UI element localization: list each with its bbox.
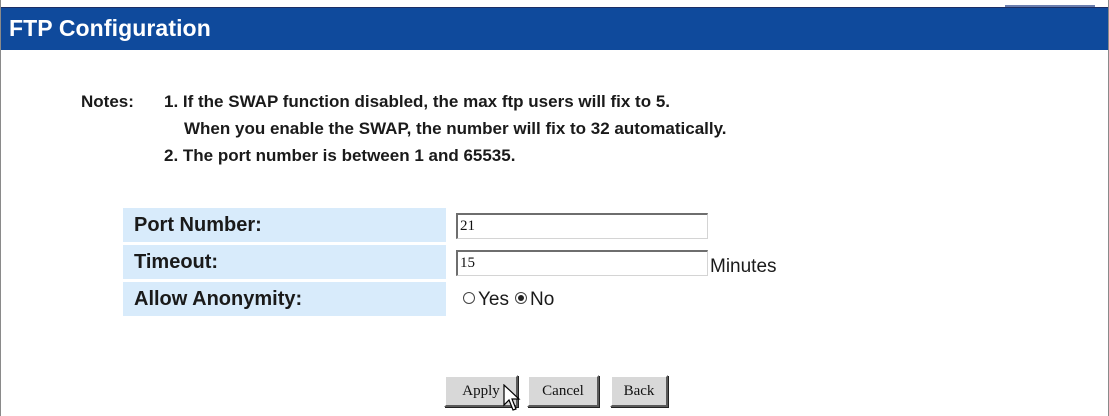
anonymity-yes-label[interactable]: Yes [478,289,509,310]
port-number-label: Port Number: [123,208,446,242]
page-title: FTP Configuration [9,15,211,41]
notes-label: Notes: [81,92,134,111]
back-button[interactable]: Back [610,375,668,407]
timeout-label: Timeout: [123,245,446,279]
allow-anonymity-label: Allow Anonymity: [123,282,446,316]
anonymity-yes-radio[interactable] [463,291,475,304]
anonymity-no-radio[interactable] [515,291,527,304]
port-number-cell [449,208,809,242]
anonymity-no-label[interactable]: No [530,289,554,310]
cancel-button[interactable]: Cancel [527,375,599,407]
allow-anonymity-cell: Yes No [449,282,809,316]
ftp-config-page: FTP Configuration Notes: 1. If the SWAP … [0,0,1109,416]
note-line-1-continued: When you enable the SWAP, the number wil… [184,119,727,138]
timeout-input[interactable] [456,250,708,276]
port-number-input[interactable] [456,213,708,239]
arrow-cursor-icon [503,384,521,411]
top-edge [1,0,1108,7]
header-bar: FTP Configuration [1,7,1108,50]
note-line-2: 2. The port number is between 1 and 6553… [164,146,516,165]
timeout-cell: Minutes [449,245,809,279]
note-line-1: 1. If the SWAP function disabled, the ma… [164,92,670,111]
anonymity-radio-group: Yes No [463,289,560,311]
timeout-unit-label: Minutes [710,256,777,277]
